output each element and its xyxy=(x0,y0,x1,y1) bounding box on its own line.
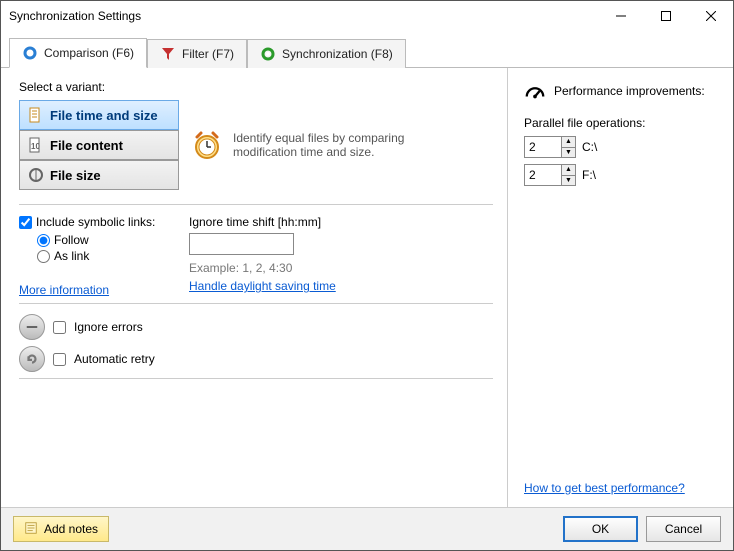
left-panel: Select a variant: File time and size 10 … xyxy=(1,68,508,507)
file-time-icon xyxy=(28,107,44,123)
variant-label: File size xyxy=(50,168,101,183)
footer: Add notes OK Cancel xyxy=(1,507,733,550)
variant-file-content[interactable]: 10 File content xyxy=(19,130,179,160)
cancel-button[interactable]: Cancel xyxy=(646,516,721,542)
spin-down-button[interactable]: ▼ xyxy=(562,148,575,158)
cancel-label: Cancel xyxy=(665,522,702,536)
tab-label: Filter (F7) xyxy=(182,47,234,61)
symbolic-follow-label: Follow xyxy=(54,233,89,247)
tab-label: Comparison (F6) xyxy=(44,46,134,60)
gear-icon xyxy=(22,45,38,61)
ignore-errors-checkbox[interactable] xyxy=(53,321,66,334)
variant-file-size[interactable]: File size xyxy=(19,160,179,190)
select-variant-label: Select a variant: xyxy=(19,80,493,94)
parallel-count-input[interactable] xyxy=(525,165,561,185)
tabs-bar: Comparison (F6) Filter (F7) Synchronizat… xyxy=(1,31,733,68)
variant-description-text: Identify equal files by comparing modifi… xyxy=(233,131,451,159)
drive-path: C:\ xyxy=(582,140,597,154)
gauge-icon xyxy=(524,80,546,102)
performance-heading: Performance improvements: xyxy=(554,84,705,98)
ignore-errors-icon xyxy=(19,314,45,340)
maximize-button[interactable] xyxy=(643,1,688,31)
add-notes-button[interactable]: Add notes xyxy=(13,516,109,542)
divider xyxy=(19,204,493,205)
symbolic-aslink-label: As link xyxy=(54,249,89,263)
tab-synchronization[interactable]: Synchronization (F8) xyxy=(247,39,406,68)
auto-retry-label: Automatic retry xyxy=(74,352,155,366)
sync-gear-icon xyxy=(260,46,276,62)
ignore-errors-label: Ignore errors xyxy=(74,320,143,334)
variant-buttons: File time and size 10 File content File … xyxy=(19,100,179,190)
variant-label: File time and size xyxy=(50,108,158,123)
content-area: Select a variant: File time and size 10 … xyxy=(1,68,733,507)
best-performance-link[interactable]: How to get best performance? xyxy=(524,481,717,495)
drive-row: ▲ ▼ C:\ xyxy=(524,136,717,158)
ok-label: OK xyxy=(592,522,609,536)
dst-link[interactable]: Handle daylight saving time xyxy=(189,279,336,293)
funnel-icon xyxy=(160,46,176,62)
notes-icon xyxy=(24,521,38,538)
right-panel: Performance improvements: Parallel file … xyxy=(508,68,733,507)
variant-file-time-size[interactable]: File time and size xyxy=(19,100,179,130)
parallel-count-input[interactable] xyxy=(525,137,561,157)
symbolic-follow-radio[interactable] xyxy=(37,234,50,247)
include-symbolic-checkbox[interactable] xyxy=(19,216,32,229)
spin-down-button[interactable]: ▼ xyxy=(562,176,575,186)
tab-label: Synchronization (F8) xyxy=(282,47,393,61)
time-shift-example: Example: 1, 2, 4:30 xyxy=(189,261,493,275)
more-information-link[interactable]: More information xyxy=(19,283,109,297)
time-shift-input[interactable] xyxy=(189,233,294,255)
minimize-button[interactable] xyxy=(598,1,643,31)
auto-retry-checkbox[interactable] xyxy=(53,353,66,366)
file-content-icon: 10 xyxy=(28,137,44,153)
add-notes-label: Add notes xyxy=(44,522,98,536)
tab-comparison[interactable]: Comparison (F6) xyxy=(9,38,147,68)
parallel-label: Parallel file operations: xyxy=(524,116,717,130)
divider xyxy=(19,303,493,304)
titlebar: Synchronization Settings xyxy=(1,1,733,31)
include-symbolic-label: Include symbolic links: xyxy=(36,215,155,229)
drive-path: F:\ xyxy=(582,168,596,182)
alarm-clock-icon xyxy=(191,129,223,161)
ok-button[interactable]: OK xyxy=(563,516,638,542)
spin-up-button[interactable]: ▲ xyxy=(562,165,575,176)
tab-filter[interactable]: Filter (F7) xyxy=(147,39,247,68)
divider xyxy=(19,378,493,379)
time-shift-label: Ignore time shift [hh:mm] xyxy=(189,215,493,229)
symbolic-aslink-radio[interactable] xyxy=(37,250,50,263)
window-title: Synchronization Settings xyxy=(9,9,598,23)
spin-up-button[interactable]: ▲ xyxy=(562,137,575,148)
variant-description: Identify equal files by comparing modifi… xyxy=(191,100,451,190)
close-button[interactable] xyxy=(688,1,733,31)
retry-icon xyxy=(19,346,45,372)
variant-label: File content xyxy=(50,138,123,153)
svg-text:10: 10 xyxy=(31,142,40,151)
drive-row: ▲ ▼ F:\ xyxy=(524,164,717,186)
file-size-icon xyxy=(28,167,44,183)
